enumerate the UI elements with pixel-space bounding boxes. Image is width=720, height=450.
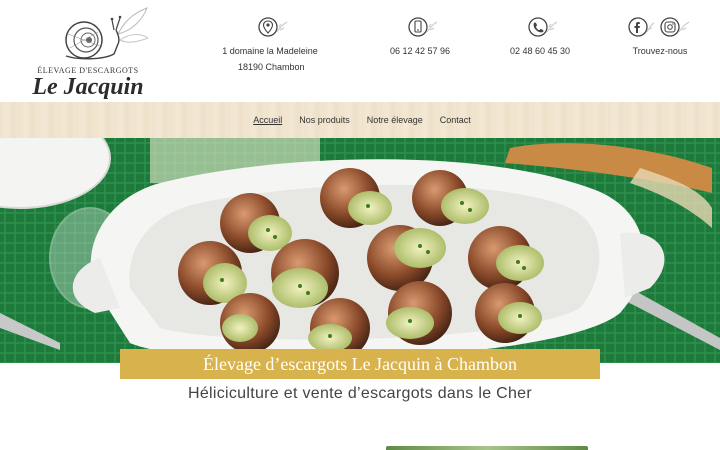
contact-address[interactable]: 1 domaine la Madeleine 18190 Chambon (210, 16, 330, 72)
phone-number: 02 48 60 45 30 (509, 46, 571, 56)
address-line-2: 18190 Chambon (238, 62, 305, 72)
nav-item-accueil[interactable]: Accueil (253, 115, 282, 125)
brand-logo[interactable]: ÉLEVAGE D'ESCARGOTS Le Jacquin (30, 4, 150, 100)
hero-title: Élevage d’escargots Le Jacquin à Chambon (120, 349, 600, 379)
address-line-1: 1 domaine la Madeleine (222, 46, 318, 56)
contact-phone[interactable]: 02 48 60 45 30 (500, 16, 580, 56)
social-label: Trouvez-nous (632, 46, 688, 56)
instagram-icon (660, 17, 690, 37)
nav-item-contact[interactable]: Contact (440, 115, 471, 125)
hero-image (0, 138, 720, 363)
site-header: ÉLEVAGE D'ESCARGOTS Le Jacquin 1 domaine… (0, 0, 720, 102)
map-pin-icon (250, 16, 290, 40)
content-image-edge (386, 446, 588, 450)
phone-icon (520, 16, 560, 40)
hero-subtitle: Héliciculture et vente d’escargots dans … (187, 385, 533, 402)
mobile-phone-icon (400, 16, 440, 40)
facebook-icon (628, 17, 655, 37)
contact-social[interactable]: Trouvez-nous (618, 16, 702, 56)
nav-item-nos-produits[interactable]: Nos produits (299, 115, 350, 125)
mobile-number: 06 12 42 57 96 (389, 46, 451, 56)
escargots-dish-illustration (0, 138, 720, 363)
nav-item-notre-elevage[interactable]: Notre élevage (367, 115, 423, 125)
main-nav: Accueil Nos produits Notre élevage Conta… (0, 102, 720, 138)
contact-mobile[interactable]: 06 12 42 57 96 (380, 16, 460, 56)
snail-logo-icon (65, 6, 148, 60)
social-icons (620, 16, 700, 40)
logo-title: Le Jacquin (32, 74, 144, 100)
